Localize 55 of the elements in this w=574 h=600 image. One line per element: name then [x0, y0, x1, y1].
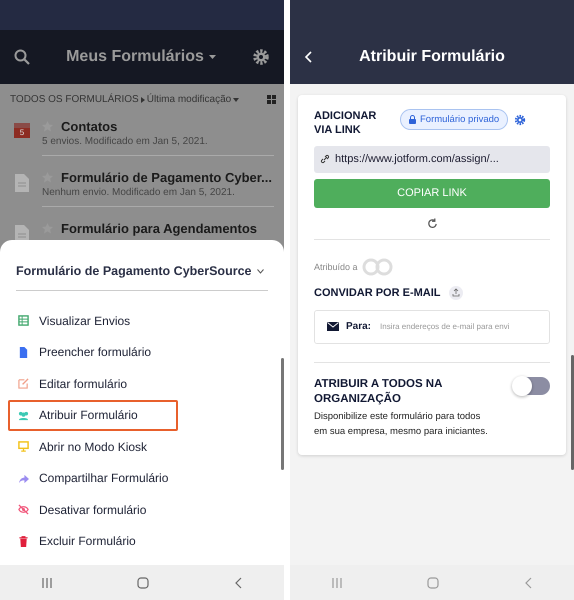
to-label: Para: [346, 321, 372, 332]
menu-item[interactable]: Visualizar Envios [8, 305, 178, 336]
form-title: Formulário de Pagamento Cyber... [61, 170, 272, 185]
email-field[interactable]: Para: Insira endereços de e-mail para envi [314, 310, 550, 344]
section-title: CONVIDAR POR E-MAIL [314, 286, 440, 300]
section-title: ADICIONAR VIA LINK [314, 109, 378, 138]
private-form-badge[interactable]: Formulário privado [400, 109, 508, 130]
table-icon [18, 315, 29, 326]
form-row[interactable]: Formulário de Pagamento Cyber... Nenhum envio. Modificado em Jan 5, 2021. [0, 162, 284, 213]
monitor-icon [18, 441, 29, 452]
mail-icon [327, 322, 339, 332]
chevron-icon [257, 268, 264, 274]
edit-icon [18, 378, 29, 390]
menu-item[interactable]: Excluir Formulário [8, 526, 178, 557]
settings-icon[interactable] [252, 48, 270, 66]
toggle-switch[interactable] [514, 376, 550, 395]
assigned-label: Atribuído a [314, 262, 358, 272]
trash-icon [18, 536, 29, 547]
caret-icon [140, 96, 145, 102]
menu-item[interactable]: Editar formulário [8, 368, 178, 400]
recent-apps-icon[interactable] [42, 578, 52, 588]
form-subtitle: 5 envios. Modificado em Jan 5, 2021. [42, 136, 209, 147]
folder-filter[interactable]: TODOS OS FORMULÁRIOS [10, 94, 139, 105]
form-subtitle: Nenhum envio. Modificado em Jan 5, 2021. [42, 187, 236, 198]
upload-icon[interactable] [448, 286, 462, 300]
menu-item[interactable]: Desativar formulário [8, 494, 178, 526]
menu-item[interactable]: Compartilhar Formulário [8, 462, 178, 494]
search-icon[interactable] [14, 49, 30, 65]
avatar-group-icon [360, 258, 395, 276]
form-row[interactable]: 5 Contatos 5 envios. Modificado em Jan 5, 2021. [0, 111, 284, 162]
home-icon[interactable] [136, 576, 149, 588]
menu-item[interactable]: Preencher formulário [8, 336, 178, 368]
share-icon [18, 472, 29, 484]
link-field[interactable]: https://www.jotform.com/assign/... [314, 146, 550, 173]
people-icon [18, 410, 29, 421]
caret-icon [233, 98, 240, 102]
caret-icon [208, 55, 216, 59]
hidden-icon [18, 504, 29, 516]
document-icon [18, 346, 29, 358]
sort-filter[interactable]: Última modificação [146, 94, 232, 105]
menu-item[interactable]: Abrir no Modo Kiosk [8, 431, 178, 462]
form-title: Formulário para Agendamentos [61, 221, 257, 236]
link-icon [320, 154, 330, 164]
settings-icon[interactable] [514, 114, 526, 126]
header-title: Atribuir Formulário [359, 48, 505, 66]
header-title[interactable]: Meus Formulários [66, 48, 204, 66]
description: Disponibilize este formulário para todos em sua empresa, mesmo para iniciantes. [314, 410, 489, 439]
refresh-icon[interactable] [426, 218, 438, 229]
sheet-title: Formulário de Pagamento CyberSource [16, 264, 252, 278]
form-title: Contatos [61, 119, 118, 134]
section-title: ATRIBUIR A TODOS NA ORGANIZAÇÃO [314, 376, 443, 407]
menu-item[interactable]: Atribuir Formulário [8, 400, 178, 431]
grid-icon[interactable] [267, 95, 276, 104]
document-icon [15, 174, 29, 192]
lock-icon [409, 115, 416, 124]
